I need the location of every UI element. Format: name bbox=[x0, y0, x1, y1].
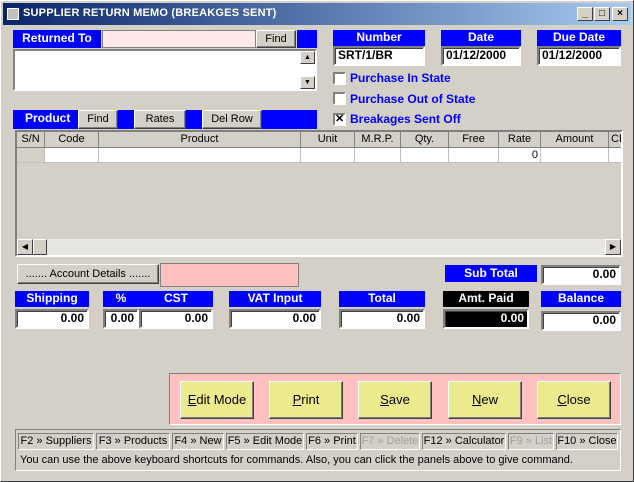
percent-field[interactable]: 0.00 bbox=[103, 309, 139, 329]
grid-cell[interactable] bbox=[401, 148, 449, 163]
delete-row-button[interactable]: Del Row bbox=[202, 110, 262, 129]
save-button[interactable]: Save bbox=[358, 381, 432, 419]
vat-input-label: VAT Input bbox=[229, 291, 321, 307]
product-grid[interactable]: S/N Code Product Unit M.R.P. Qty. Free R… bbox=[15, 130, 623, 257]
scroll-left-icon[interactable]: ◀ bbox=[17, 239, 33, 255]
window-title: SUPPLIER RETURN MEMO (BREAKGES SENT) bbox=[23, 7, 277, 19]
number-label: Number bbox=[333, 30, 425, 46]
scroll-right-icon[interactable]: ▶ bbox=[605, 239, 621, 255]
column-header-rate[interactable]: Rate bbox=[499, 132, 541, 148]
product-find-button[interactable]: Find bbox=[78, 110, 118, 129]
total-field: 0.00 bbox=[339, 309, 425, 329]
close-button[interactable]: Close bbox=[537, 381, 611, 419]
close-window-button[interactable]: × bbox=[612, 7, 628, 21]
grid-cell[interactable] bbox=[301, 148, 355, 163]
shortcut-close[interactable]: F10 » Close bbox=[556, 433, 618, 450]
grid-cell[interactable] bbox=[541, 148, 609, 163]
column-header-code[interactable]: Code bbox=[45, 132, 99, 148]
total-label: Total bbox=[339, 291, 425, 307]
account-details-panel bbox=[160, 263, 299, 287]
title-bar[interactable]: SUPPLIER RETURN MEMO (BREAKGES SENT) _ □… bbox=[3, 3, 631, 25]
grid-cell-rate[interactable]: 0 bbox=[499, 148, 541, 163]
balance-label: Balance bbox=[541, 291, 621, 307]
shortcut-print[interactable]: F6 » Print bbox=[306, 433, 358, 450]
grid-horizontal-scrollbar[interactable]: ◀ ▶ bbox=[17, 239, 621, 255]
column-header-qty[interactable]: Qty. bbox=[401, 132, 449, 148]
breakages-sent-off-label[interactable]: Breakages Sent Off bbox=[350, 112, 461, 126]
date-field[interactable]: 01/12/2000 bbox=[441, 46, 521, 66]
new-button[interactable]: New bbox=[448, 381, 522, 419]
print-button[interactable]: Print bbox=[269, 381, 343, 419]
purchase-in-state-checkbox[interactable] bbox=[333, 72, 346, 85]
returned-to-input[interactable] bbox=[102, 30, 256, 48]
returned-to-label: Returned To bbox=[13, 30, 101, 48]
purchase-out-of-state-label[interactable]: Purchase Out of State bbox=[350, 92, 475, 106]
shortcut-calculator[interactable]: F12 » Calculator bbox=[422, 433, 506, 450]
rates-button[interactable]: Rates bbox=[134, 110, 186, 129]
due-date-field[interactable]: 01/12/2000 bbox=[537, 46, 621, 66]
edit-mode-button[interactable]: Edit Mode bbox=[180, 381, 254, 419]
purchase-out-of-state-checkbox[interactable] bbox=[333, 92, 346, 105]
shipping-label: Shipping bbox=[15, 291, 89, 307]
column-header-cp[interactable]: CP bbox=[609, 132, 621, 148]
grid-cell[interactable] bbox=[17, 148, 45, 163]
column-header-free[interactable]: Free bbox=[449, 132, 499, 148]
percent-label: % bbox=[103, 291, 139, 307]
shortcut-list: F9 » List bbox=[508, 433, 554, 450]
main-window: SUPPLIER RETURN MEMO (BREAKGES SENT) _ □… bbox=[0, 0, 634, 482]
account-details-button[interactable]: ....... Account Details ....... bbox=[17, 264, 159, 284]
vat-input-field[interactable]: 0.00 bbox=[229, 309, 321, 329]
grid-cell[interactable] bbox=[355, 148, 401, 163]
amount-paid-label: Amt. Paid bbox=[443, 291, 529, 307]
shortcut-edit-mode[interactable]: F5 » Edit Mode bbox=[226, 433, 304, 450]
balance-field: 0.00 bbox=[541, 311, 621, 331]
column-header-product[interactable]: Product bbox=[99, 132, 301, 148]
sub-total-label: Sub Total bbox=[445, 265, 537, 282]
cst-label: CST bbox=[139, 291, 213, 307]
cst-field: 0.00 bbox=[139, 309, 213, 329]
shortcut-hint: You can use the above keyboard shortcuts… bbox=[20, 454, 573, 466]
shortcut-suppliers[interactable]: F2 » Suppliers bbox=[18, 433, 94, 450]
column-header-unit[interactable]: Unit bbox=[301, 132, 355, 148]
grid-cell[interactable] bbox=[99, 148, 301, 163]
purchase-in-state-label[interactable]: Purchase In State bbox=[350, 71, 451, 85]
breakages-sent-off-checkbox[interactable]: ✕ bbox=[333, 113, 346, 126]
column-header-amount[interactable]: Amount bbox=[541, 132, 609, 148]
app-icon bbox=[7, 8, 19, 20]
column-header-sn[interactable]: S/N bbox=[17, 132, 45, 148]
shortcut-new[interactable]: F4 » New bbox=[172, 433, 224, 450]
maximize-button[interactable]: □ bbox=[594, 7, 610, 21]
shortcut-products[interactable]: F3 » Products bbox=[96, 433, 170, 450]
due-date-label: Due Date bbox=[537, 30, 621, 46]
product-label: Product bbox=[25, 111, 71, 125]
grid-cell[interactable] bbox=[609, 148, 621, 163]
column-header-mrp[interactable]: M.R.P. bbox=[355, 132, 401, 148]
grid-cell[interactable] bbox=[45, 148, 99, 163]
shortcut-bar: F2 » Suppliers F3 » Products F4 » New F5… bbox=[15, 429, 621, 471]
address-scroll-up-icon[interactable]: ▲ bbox=[300, 51, 315, 64]
amount-paid-field[interactable]: 0.00 bbox=[443, 309, 529, 329]
supplier-address-box[interactable] bbox=[13, 49, 317, 91]
shortcut-delete: F7 » Delete bbox=[360, 433, 420, 450]
minimize-button[interactable]: _ bbox=[577, 7, 593, 21]
address-scroll-down-icon[interactable]: ▼ bbox=[300, 76, 315, 89]
date-label: Date bbox=[441, 30, 521, 46]
returned-to-find-button[interactable]: Find bbox=[256, 30, 296, 48]
scroll-thumb[interactable] bbox=[33, 239, 47, 255]
sub-total-field: 0.00 bbox=[541, 265, 621, 285]
number-field[interactable]: SRT/1/BR bbox=[333, 46, 425, 66]
returned-to-label-end bbox=[297, 30, 317, 48]
shipping-field[interactable]: 0.00 bbox=[15, 309, 89, 329]
grid-cell[interactable] bbox=[449, 148, 499, 163]
